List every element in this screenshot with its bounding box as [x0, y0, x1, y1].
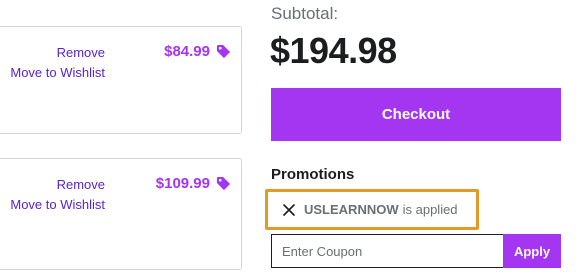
coupon-form: Apply [271, 234, 561, 268]
coupon-status: is applied [402, 202, 458, 217]
price-value: $109.99 [155, 175, 210, 192]
coupon-input[interactable] [271, 234, 503, 268]
cart-item: Remove Move to Wishlist $109.99 [0, 158, 242, 270]
price-value: $84.99 [164, 43, 210, 60]
apply-button[interactable]: Apply [503, 234, 561, 268]
move-to-wishlist-button[interactable]: Move to Wishlist [10, 63, 105, 83]
close-icon[interactable] [282, 203, 296, 217]
item-actions: Remove Move to Wishlist [10, 175, 105, 215]
applied-coupon: USLEARNNOW is applied [265, 189, 479, 230]
tag-icon [216, 44, 231, 59]
cart-page: Remove Move to Wishlist $84.99 Remove Mo… [0, 0, 585, 275]
remove-button[interactable]: Remove [10, 43, 105, 63]
coupon-code: USLEARNNOW [304, 202, 399, 217]
checkout-button[interactable]: Checkout [271, 88, 561, 141]
remove-button[interactable]: Remove [10, 175, 105, 195]
move-to-wishlist-button[interactable]: Move to Wishlist [10, 195, 105, 215]
tag-icon [216, 176, 231, 191]
item-actions: Remove Move to Wishlist [10, 43, 105, 83]
item-price: $109.99 [156, 175, 231, 192]
subtotal-label: Subtotal: [271, 4, 339, 23]
promotions-heading: Promotions [271, 166, 355, 183]
item-price: $84.99 [164, 43, 231, 60]
cart-item: Remove Move to Wishlist $84.99 [0, 26, 242, 134]
subtotal-amount: $194.98 [270, 30, 397, 71]
